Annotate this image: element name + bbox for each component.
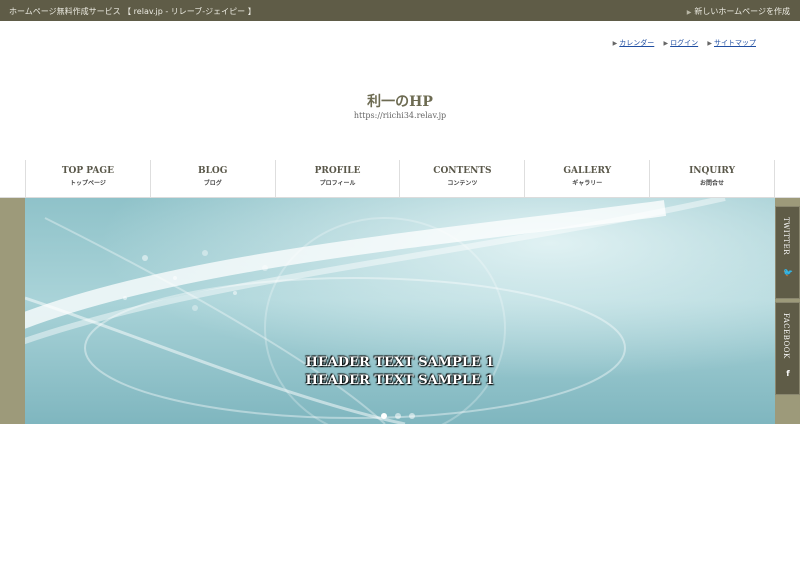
facebook-label: FACEBOOK	[782, 313, 790, 359]
hero-background-image	[25, 198, 775, 424]
service-banner-text[interactable]: ホームページ無料作成サービス 【 relav.jp - リレーブ-ジェイピー 】	[9, 6, 256, 17]
slider-dot-1[interactable]	[381, 413, 387, 419]
top-bar: ホームページ無料作成サービス 【 relav.jp - リレーブ-ジェイピー 】…	[0, 0, 800, 21]
nav-item-contents[interactable]: CONTENTS コンテンツ	[399, 160, 524, 198]
nav-label-en: PROFILE	[314, 166, 361, 176]
nav-label-ja: コンテンツ	[447, 180, 478, 187]
nav-item-blog[interactable]: BLOG ブログ	[149, 160, 275, 198]
main-nav: TOP PAGE トップページ BLOG ブログ PROFILE プロフィール …	[25, 160, 775, 198]
nav-label-ja: プロフィール	[319, 180, 356, 187]
twitter-label: TWITTER	[782, 217, 790, 255]
nav-label-ja: ブログ	[203, 180, 222, 187]
twitter-button[interactable]: TWITTER 🐦	[775, 206, 800, 299]
triangle-right-icon: ▶	[663, 40, 669, 47]
facebook-icon: f	[786, 369, 790, 378]
nav-label-en: GALLERY	[563, 166, 612, 176]
slider-dot-2[interactable]	[395, 413, 401, 419]
hero-text-line-2: HEADER TEXT SAMPLE 1	[305, 373, 495, 388]
utility-link-sitemap[interactable]: ▶ サイトマップ	[707, 39, 756, 47]
create-homepage-label: 新しいホームページを作成	[694, 7, 790, 16]
triangle-right-icon: ▶	[612, 40, 618, 47]
nav-label-en: INQUIRY	[689, 166, 736, 176]
slider-pagination	[381, 404, 423, 423]
nav-item-profile[interactable]: PROFILE プロフィール	[274, 160, 400, 198]
nav-label-ja: ギャラリー	[572, 180, 603, 187]
create-homepage-link[interactable]: ▶ 新しいホームページを作成	[687, 6, 790, 17]
utility-links: ▶ カレンダー ▶ ログイン ▶ サイトマップ	[606, 38, 756, 48]
hero-text-line-1: HEADER TEXT SAMPLE 1	[305, 355, 495, 370]
calendar-link-label: カレンダー	[619, 39, 655, 47]
nav-label-ja: トップページ	[69, 180, 106, 187]
sitemap-link-label: サイトマップ	[714, 39, 756, 47]
utility-link-calendar[interactable]: ▶ カレンダー	[613, 39, 657, 47]
nav-label-ja: お問合せ	[700, 180, 725, 187]
nav-label-en: TOP PAGE	[61, 166, 114, 176]
site-url: https://riichi34.relav.jp	[353, 111, 447, 120]
hero-slider: HEADER TEXT SAMPLE 1 HEADER TEXT SAMPLE …	[25, 198, 775, 424]
nav-label-en: CONTENTS	[433, 166, 492, 176]
facebook-button[interactable]: FACEBOOK f	[775, 302, 800, 395]
login-link-label: ログイン	[670, 39, 699, 47]
utility-link-login[interactable]: ▶ ログイン	[664, 39, 701, 47]
site-title[interactable]: 利一のHP	[0, 91, 800, 111]
twitter-icon: 🐦	[783, 268, 793, 277]
nav-label-en: BLOG	[198, 166, 228, 176]
nav-item-top-page[interactable]: TOP PAGE トップページ	[25, 160, 150, 198]
triangle-right-icon: ▶	[707, 40, 712, 47]
nav-item-inquiry[interactable]: INQUIRY お問合せ	[649, 160, 775, 198]
slider-dot-3[interactable]	[409, 413, 415, 419]
triangle-right-icon: ▶	[686, 9, 692, 16]
nav-item-gallery[interactable]: GALLERY ギャラリー	[524, 160, 649, 198]
